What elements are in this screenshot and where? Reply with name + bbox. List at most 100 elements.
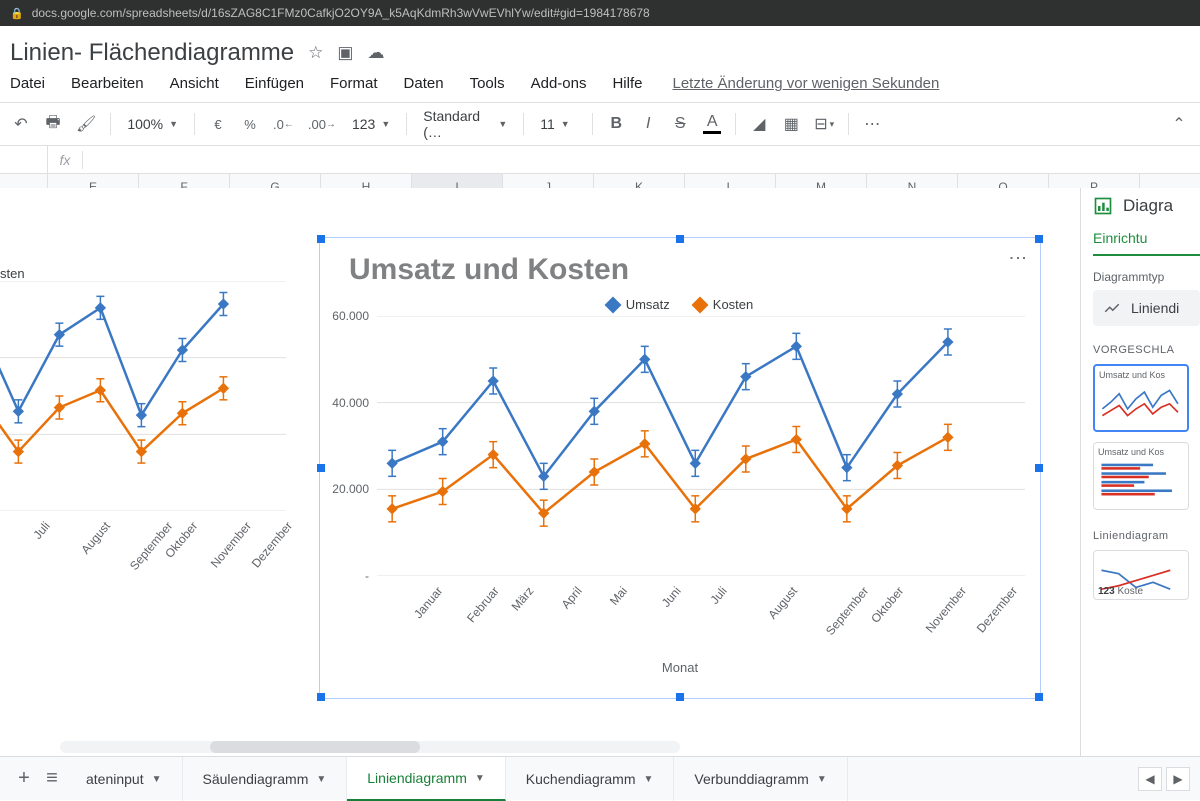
resize-handle[interactable] xyxy=(1035,235,1043,243)
tab-setup[interactable]: Einrichtu xyxy=(1093,230,1200,256)
font-size-select[interactable]: 11▼ xyxy=(534,116,582,132)
star-icon[interactable]: ☆ xyxy=(308,43,323,63)
chart-xtick: August xyxy=(765,584,800,622)
resize-handle[interactable] xyxy=(317,693,325,701)
collapse-toolbar-button[interactable]: ⌃ xyxy=(1166,110,1192,138)
chart-xtick: August xyxy=(79,519,114,557)
chart-editor-icon xyxy=(1093,196,1113,216)
horizontal-scrollbar[interactable] xyxy=(60,741,680,753)
borders-button[interactable]: ▦ xyxy=(778,110,804,138)
sheet-tab[interactable]: Verbunddiagramm▼ xyxy=(674,757,847,801)
zoom-select[interactable]: 100%▼ xyxy=(121,116,184,132)
resize-handle[interactable] xyxy=(676,235,684,243)
document-header: Linien- Flächendiagramme ☆ ▣ ☁ xyxy=(0,26,1200,71)
chart-suggestion-bar[interactable]: Umsatz und Kos xyxy=(1093,442,1189,510)
menu-daten[interactable]: Daten xyxy=(404,75,444,92)
chart-xtick: März xyxy=(509,584,537,613)
currency-button[interactable]: € xyxy=(205,110,231,138)
add-sheet-button[interactable]: + xyxy=(10,767,38,790)
chart-ytick: 20.000 xyxy=(332,482,369,496)
menu-tools[interactable]: Tools xyxy=(470,75,505,92)
chart-ytick: 60.000 xyxy=(332,309,369,323)
merge-cells-button[interactable]: ⊟▾ xyxy=(810,110,838,138)
all-sheets-button[interactable]: ≡ xyxy=(38,767,66,790)
menu-hilfe[interactable]: Hilfe xyxy=(612,75,642,92)
legend-label: Kosten xyxy=(713,297,753,312)
resize-handle[interactable] xyxy=(1035,464,1043,472)
fill-color-button[interactable]: ◢ xyxy=(746,110,772,138)
font-select[interactable]: Standard (…▼ xyxy=(417,108,513,140)
tab-scroll-left[interactable]: ◀ xyxy=(1138,767,1162,791)
chart-suggestion-line2[interactable]: 123 Koste xyxy=(1093,550,1189,600)
chart-xtick: November xyxy=(208,519,254,570)
sheet-tab[interactable]: Liniendiagramm▼ xyxy=(347,757,506,801)
sheet-canvas[interactable]: sten JuliAugustSeptemberOktoberNovemberD… xyxy=(0,188,1080,756)
chart-xtick: Dezember xyxy=(249,519,295,570)
chart-title: Umsatz und Kosten xyxy=(321,239,1039,287)
menu-datei[interactable]: Datei xyxy=(10,75,45,92)
resize-handle[interactable] xyxy=(676,693,684,701)
number-format-select[interactable]: 123▼ xyxy=(346,116,396,132)
chart-xtick: Dezember xyxy=(974,584,1020,635)
chart-suggestion-line[interactable]: Umsatz und Kos xyxy=(1093,364,1189,432)
strikethrough-button[interactable]: S xyxy=(667,110,693,138)
legend-marker-umsatz xyxy=(604,296,621,313)
italic-button[interactable]: I xyxy=(635,110,661,138)
print-icon[interactable]: 🖶 xyxy=(40,110,66,138)
chart-menu-icon[interactable]: ⋮ xyxy=(1009,249,1027,266)
formula-input[interactable] xyxy=(83,146,1200,173)
menu-ansicht[interactable]: Ansicht xyxy=(170,75,219,92)
chart-xtick: Februar xyxy=(464,584,502,625)
menu-format[interactable]: Format xyxy=(330,75,378,92)
undo-icon[interactable]: ↶ xyxy=(8,110,34,138)
chart-ytick: 40.000 xyxy=(332,396,369,410)
legend-label: Umsatz xyxy=(626,297,670,312)
chart-left-partial[interactable]: sten JuliAugustSeptemberOktoberNovemberD… xyxy=(0,238,300,638)
toolbar: ↶ ↷ 🖶 🖌 100%▼ € % .0← .00→ 123▼ Standard… xyxy=(0,102,1200,146)
menu-einfuegen[interactable]: Einfügen xyxy=(245,75,304,92)
scrollbar-thumb[interactable] xyxy=(210,741,420,753)
formula-bar: fx xyxy=(0,146,1200,174)
menu-bearbeiten[interactable]: Bearbeiten xyxy=(71,75,144,92)
more-toolbar-button[interactable]: ⋯ xyxy=(859,110,885,138)
fx-icon: fx xyxy=(48,152,82,168)
chart-xtick: Juli xyxy=(31,519,53,542)
menu-bar: Datei Bearbeiten Ansicht Einfügen Format… xyxy=(0,71,1200,102)
bold-button[interactable]: B xyxy=(603,110,629,138)
resize-handle[interactable] xyxy=(317,235,325,243)
menu-addons[interactable]: Add-ons xyxy=(531,75,587,92)
sheet-tab[interactable]: ateninput▼ xyxy=(66,757,183,801)
sheet-tab[interactable]: Kuchendiagramm▼ xyxy=(506,757,675,801)
chart-main[interactable]: ⋮ Umsatz und Kosten Umsatz Kosten -20.00… xyxy=(320,238,1040,698)
chart-type-select[interactable]: Liniendi xyxy=(1093,290,1200,326)
decrease-decimal-button[interactable]: .0← xyxy=(269,110,298,138)
move-folder-icon[interactable]: ▣ xyxy=(337,43,353,63)
chart-xtick: Oktober xyxy=(868,584,906,626)
legend-marker-kosten xyxy=(691,296,708,313)
text-color-button[interactable]: A xyxy=(699,110,725,138)
increase-decimal-button[interactable]: .00→ xyxy=(304,110,340,138)
chart-xaxis-title: Monat xyxy=(321,660,1039,675)
sheet-tabs-bar: + ≡ ateninput▼Säulendiagramm▼Liniendiagr… xyxy=(0,756,1200,800)
chart-editor-title: Diagra xyxy=(1123,196,1173,216)
chart-xtick: April xyxy=(558,584,584,611)
chart-left-title: sten xyxy=(0,238,300,281)
name-box[interactable] xyxy=(0,146,48,173)
sheet-tab[interactable]: Säulendiagramm▼ xyxy=(183,757,348,801)
resize-handle[interactable] xyxy=(317,464,325,472)
paint-format-icon[interactable]: 🖌 xyxy=(72,110,100,138)
browser-url-bar: 🔒 docs.google.com/spreadsheets/d/16sZAG8… xyxy=(0,0,1200,26)
lock-icon: 🔒 xyxy=(10,7,24,20)
chart-legend: Umsatz Kosten xyxy=(321,287,1039,316)
cloud-saved-icon[interactable]: ☁ xyxy=(367,43,384,63)
document-title[interactable]: Linien- Flächendiagramme xyxy=(10,39,294,67)
url-text: docs.google.com/spreadsheets/d/16sZAG8C1… xyxy=(32,6,650,20)
tab-scroll-right[interactable]: ▶ xyxy=(1166,767,1190,791)
percent-button[interactable]: % xyxy=(237,110,263,138)
chart-xtick: Mai xyxy=(607,584,630,608)
line-section-label: Liniendiagram xyxy=(1093,530,1200,542)
last-edit-link[interactable]: Letzte Änderung vor wenigen Sekunden xyxy=(672,75,939,92)
chart-type-label: Diagrammtyp xyxy=(1093,270,1200,284)
chart-xtick: Juni xyxy=(659,584,684,610)
resize-handle[interactable] xyxy=(1035,693,1043,701)
